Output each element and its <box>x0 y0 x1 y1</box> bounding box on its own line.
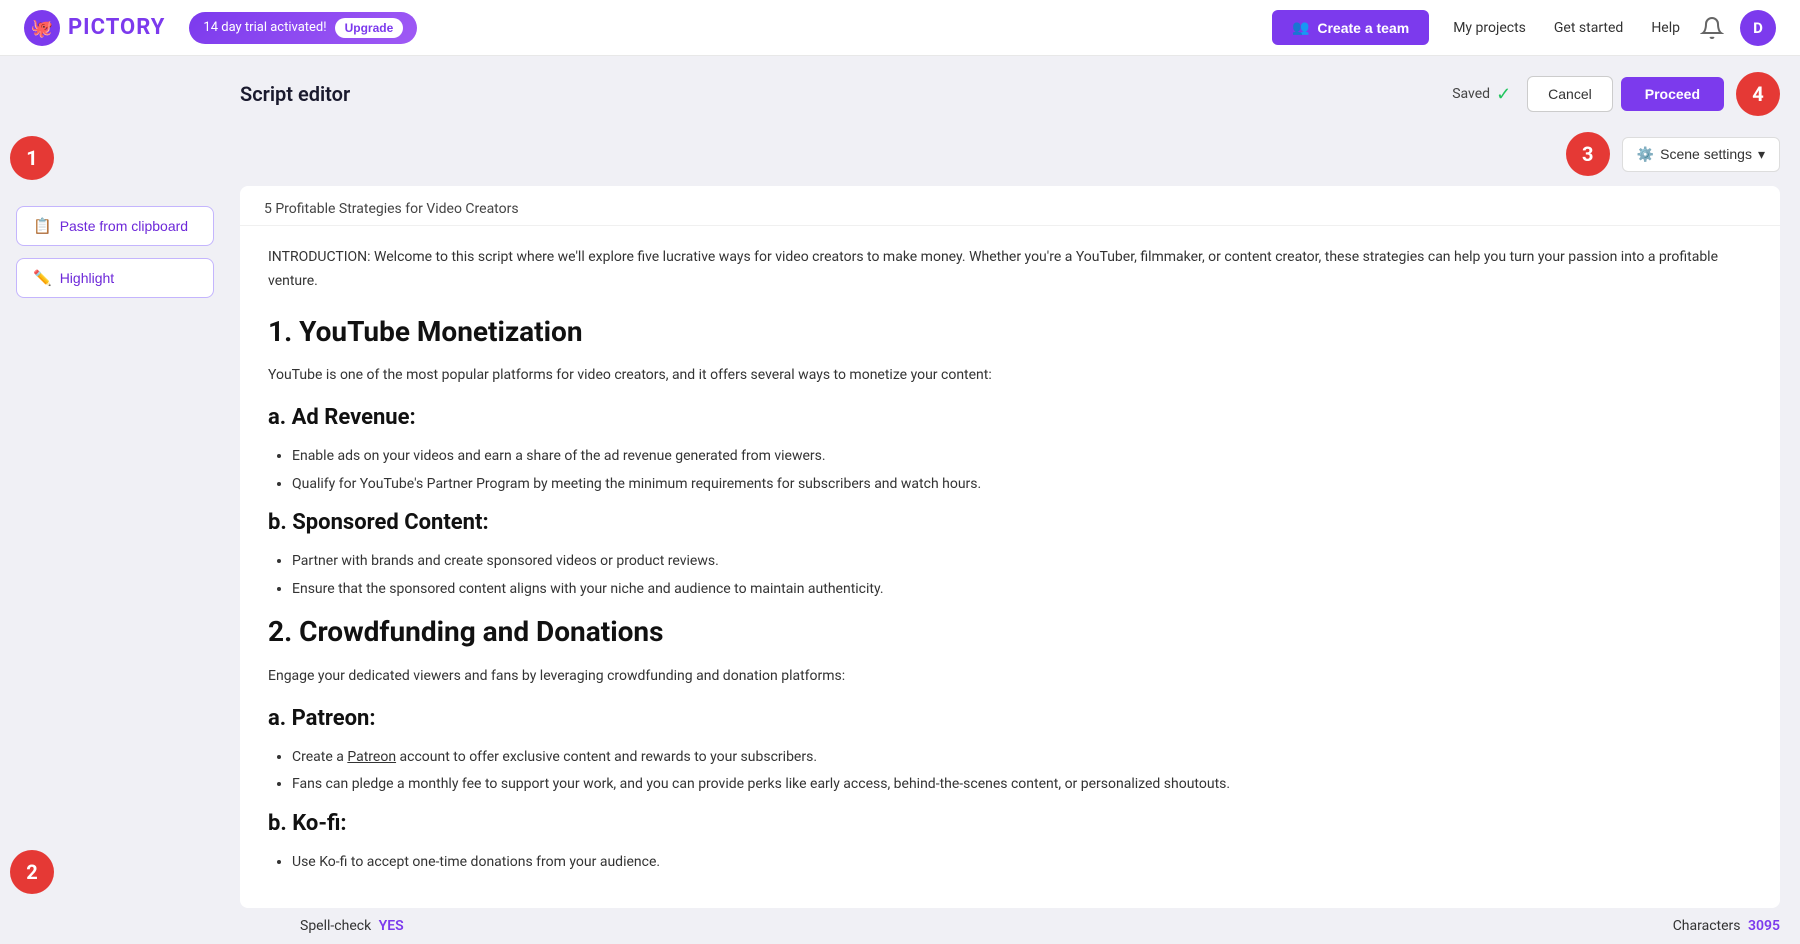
doc-h1-1: 1. YouTube Monetization <box>268 310 1748 355</box>
nav-links: My projects Get started Help <box>1453 20 1680 36</box>
doc-h1-2: 2. Crowdfunding and Donations <box>268 610 1748 655</box>
editor-header: Script editor Saved ✓ Cancel Proceed 4 <box>240 56 1780 128</box>
team-icon: 👥 <box>1292 19 1309 36</box>
doc-title: 5 Profitable Strategies for Video Creato… <box>264 201 519 217</box>
notification-bell-icon[interactable] <box>1700 16 1724 40</box>
list-item: Enable ads on your videos and earn a sha… <box>292 445 1748 467</box>
my-projects-link[interactable]: My projects <box>1453 20 1526 36</box>
paste-from-clipboard-button[interactable]: 📋 Paste from clipboard <box>16 206 214 246</box>
help-link[interactable]: Help <box>1651 20 1680 36</box>
trial-label: 14 day trial activated! <box>203 20 326 35</box>
list-item: Partner with brands and create sponsored… <box>292 550 1748 572</box>
spellcheck-value[interactable]: YES <box>379 918 404 934</box>
badge-2: 2 <box>10 850 54 894</box>
doc-list-1: Enable ads on your videos and earn a sha… <box>292 445 1748 495</box>
doc-body-1: YouTube is one of the most popular platf… <box>268 364 1748 388</box>
chevron-down-icon: ▾ <box>1758 146 1765 163</box>
doc-list-2: Partner with brands and create sponsored… <box>292 550 1748 600</box>
badge-3: 3 <box>1566 132 1610 176</box>
list-item: Ensure that the sponsored content aligns… <box>292 578 1748 600</box>
spellcheck-label: Spell-check YES <box>300 918 404 934</box>
doc-h2-3: a. Patreon: <box>268 701 1748 736</box>
logo-icon: 🐙 <box>24 10 60 46</box>
scene-settings-button[interactable]: ⚙️ Scene settings ▾ <box>1622 137 1780 172</box>
logo: 🐙 PICTORY <box>24 10 165 46</box>
highlight-button[interactable]: ✏️ Highlight <box>16 258 214 298</box>
doc-h2-1: a. Ad Revenue: <box>268 400 1748 435</box>
clipboard-icon: 📋 <box>33 217 52 235</box>
list-item: Fans can pledge a monthly fee to support… <box>292 773 1748 795</box>
svg-text:🐙: 🐙 <box>31 18 53 39</box>
badge-1: 1 <box>10 136 54 180</box>
doc-title-bar: 5 Profitable Strategies for Video Creato… <box>240 186 1780 226</box>
doc-content[interactable]: INTRODUCTION: Welcome to this script whe… <box>240 226 1780 908</box>
editor-document: 5 Profitable Strategies for Video Creato… <box>240 186 1780 908</box>
left-sidebar: 1 📋 Paste from clipboard ✏️ Highlight 2 <box>0 56 230 944</box>
doc-list-3: Create a Patreon account to offer exclus… <box>292 746 1748 796</box>
list-item: Create a Patreon account to offer exclus… <box>292 746 1748 768</box>
get-started-link[interactable]: Get started <box>1554 20 1623 36</box>
proceed-button[interactable]: Proceed <box>1621 77 1724 111</box>
saved-text: Saved <box>1452 86 1490 102</box>
doc-list-4: Use Ko-fi to accept one-time donations f… <box>292 851 1748 873</box>
trial-badge: 14 day trial activated! Upgrade <box>189 12 417 44</box>
bottom-bar: Spell-check YES Characters 3095 <box>240 908 1780 944</box>
highlight-icon: ✏️ <box>33 269 52 287</box>
scene-settings-bar: 3 ⚙️ Scene settings ▾ <box>240 128 1780 186</box>
editor-area: Script editor Saved ✓ Cancel Proceed 4 3… <box>230 56 1800 944</box>
cancel-button[interactable]: Cancel <box>1527 76 1613 112</box>
logo-text: PICTORY <box>68 15 165 40</box>
top-navigation: 🐙 PICTORY 14 day trial activated! Upgrad… <box>0 0 1800 56</box>
doc-h2-2: b. Sponsored Content: <box>268 505 1748 540</box>
characters-count: 3095 <box>1748 918 1780 934</box>
saved-check-icon: ✓ <box>1496 84 1511 105</box>
doc-intro: INTRODUCTION: Welcome to this script whe… <box>268 246 1748 294</box>
create-team-button[interactable]: 👥 Create a team <box>1272 10 1429 45</box>
settings-icon: ⚙️ <box>1637 146 1654 163</box>
list-item: Use Ko-fi to accept one-time donations f… <box>292 851 1748 873</box>
list-item: Qualify for YouTube's Partner Program by… <box>292 473 1748 495</box>
avatar[interactable]: D <box>1740 10 1776 46</box>
doc-h2-4: b. Ko-fi: <box>268 806 1748 841</box>
saved-indicator: Saved ✓ <box>1452 84 1511 105</box>
doc-body-2: Engage your dedicated viewers and fans b… <box>268 665 1748 689</box>
editor-title: Script editor <box>240 82 1452 106</box>
main-content: 1 📋 Paste from clipboard ✏️ Highlight 2 … <box>0 56 1800 944</box>
upgrade-button[interactable]: Upgrade <box>335 18 404 38</box>
badge-4: 4 <box>1736 72 1780 116</box>
characters-label: Characters 3095 <box>1673 918 1780 934</box>
